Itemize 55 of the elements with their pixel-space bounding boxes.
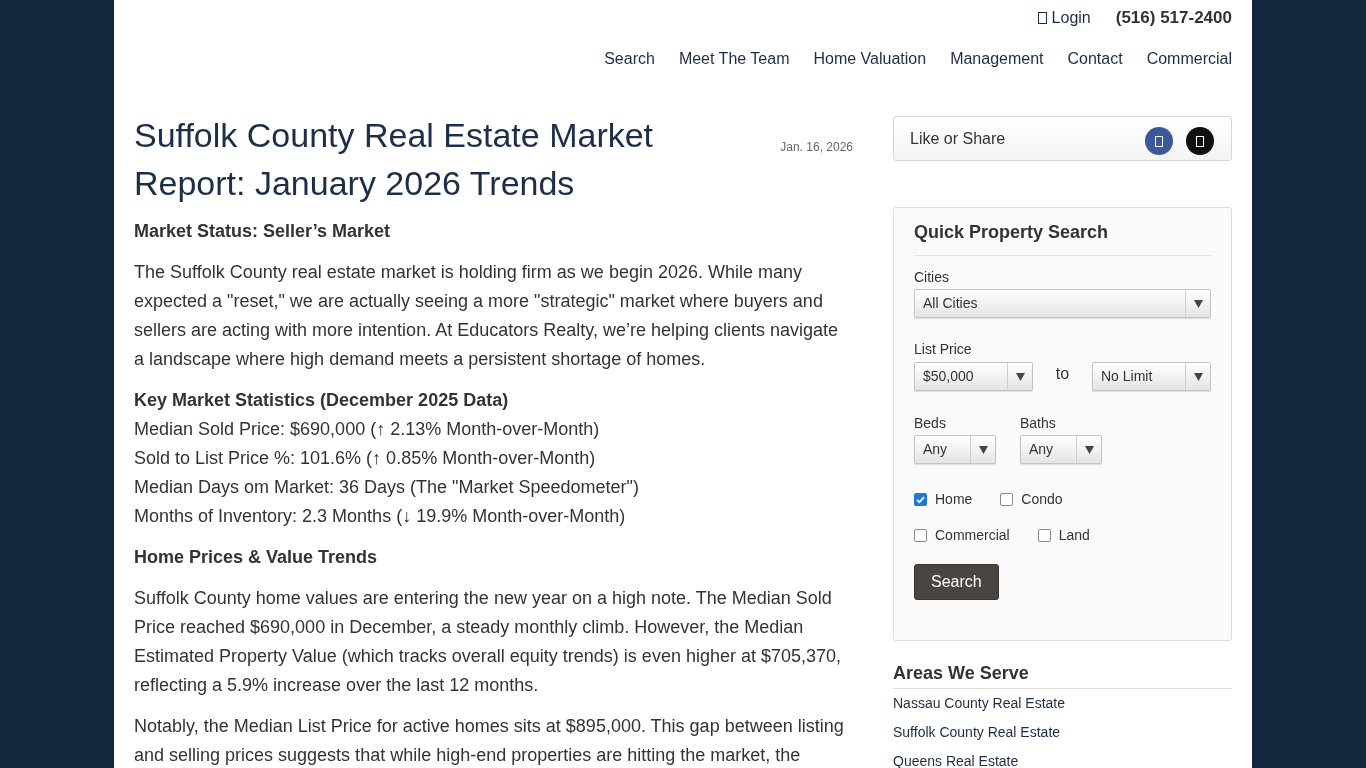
checkbox[interactable]: [1037, 528, 1051, 542]
nav-link[interactable]: Contact: [1067, 49, 1123, 69]
paragraph: Suffolk County home values are entering the new year on a high note. The Median Sold Price reached $690,000 in December, a steady monthly climb. However, the Median Estimated Property Value (which tracks overall equity trends) is even higher at $705,370, reflecting a 5.9% increase over the last 12 months.: [134, 587, 843, 697]
nav-link[interactable]: Management: [950, 49, 1044, 69]
select-field[interactable]: Any: [914, 435, 996, 464]
caret-icon: [1193, 299, 1203, 308]
select-field[interactable]: Any: [1020, 435, 1102, 464]
caret-icon: [1015, 372, 1025, 381]
caret-icon: [1084, 445, 1094, 454]
section-heading: Market Status: Seller’s Market: [134, 220, 392, 243]
post-date: Jan. 16, 2026: [780, 139, 853, 156]
search-button[interactable]: Search: [914, 564, 999, 600]
panel-title: Quick Property Search: [914, 220, 1211, 256]
nav-link[interactable]: Search: [604, 49, 655, 69]
caret-icon: [978, 445, 988, 454]
checkbox-label: Land: [1058, 525, 1090, 545]
nav-link[interactable]: Home Valuation: [813, 49, 927, 69]
field-label: Beds: [914, 414, 947, 432]
field-label: Cities: [914, 268, 950, 286]
checkbox[interactable]: [914, 528, 927, 542]
checkbox-label: Home: [935, 489, 973, 509]
select-field[interactable]: All Cities: [914, 289, 1211, 318]
paragraph: The Suffolk County real estate market is holding firm as we begin 2026. While many expected a "reset," we are actually seeing a more "strategic" market where buyers and sellers are acting with more intention. At Educators Realty, we’re helping clients navigate a landscape where high demand meets a persistent shortage of homes.: [134, 261, 840, 371]
box-icon: [1155, 135, 1163, 147]
statistic-line: Median Days om Market: 36 Days (The "Market Speedometer"): [134, 476, 640, 499]
statistic-line: Months of Inventory: 2.3 Months (↓ 19.9% Month-over-Month): [134, 505, 627, 528]
field-label: List Price: [914, 340, 973, 358]
section-heading: Home Prices & Value Trends: [134, 546, 379, 569]
nav-link[interactable]: Commercial: [1146, 49, 1232, 69]
caret-icon: [1193, 372, 1203, 381]
select-field[interactable]: $50,000: [914, 362, 1033, 391]
statistic-line: Sold to List Price %: 101.6% (↑ 0.85% Month-over-Month): [134, 447, 597, 470]
paragraph: Notably, the Median List Price for active homes sits at $895,000. This gap between listing and selling prices suggests that while high-end properties are hitting the market, the: [134, 715, 845, 767]
area-link[interactable]: Suffolk County Real Estate: [893, 724, 1061, 740]
checkbox[interactable]: [1000, 492, 1014, 506]
share-label: Like or Share: [910, 128, 1006, 149]
box-icon: [1196, 135, 1204, 147]
box-icon: [1037, 12, 1047, 24]
field-label: Baths: [1020, 414, 1057, 432]
phone-number: (516) 517-2400: [1115, 7, 1232, 30]
area-link[interactable]: Nassau County Real Estate: [893, 695, 1065, 711]
share-button[interactable]: [1186, 127, 1214, 155]
nav-link[interactable]: Meet The Team: [678, 49, 790, 69]
select-field[interactable]: No Limit: [1092, 362, 1211, 391]
section-heading: Key Market Statistics (December 2025 Data): [134, 389, 510, 412]
range-separator: to: [1055, 364, 1070, 384]
statistic-line: Median Sold Price: $690,000 (↑ 2.13% Month-over-Month): [134, 418, 601, 441]
article-title: Suffolk County Real Estate Market Report: January 2026 Trends: [134, 115, 655, 204]
checkbox-label: Condo: [1021, 489, 1063, 509]
login-link[interactable]: Login: [1037, 6, 1091, 30]
area-link[interactable]: Queens Real Estate: [893, 753, 1019, 768]
checkbox[interactable]: [914, 492, 927, 506]
section-title: Areas We Serve: [893, 661, 1232, 689]
checkbox-label: Commercial: [935, 525, 1010, 545]
share-button[interactable]: [1145, 127, 1173, 155]
